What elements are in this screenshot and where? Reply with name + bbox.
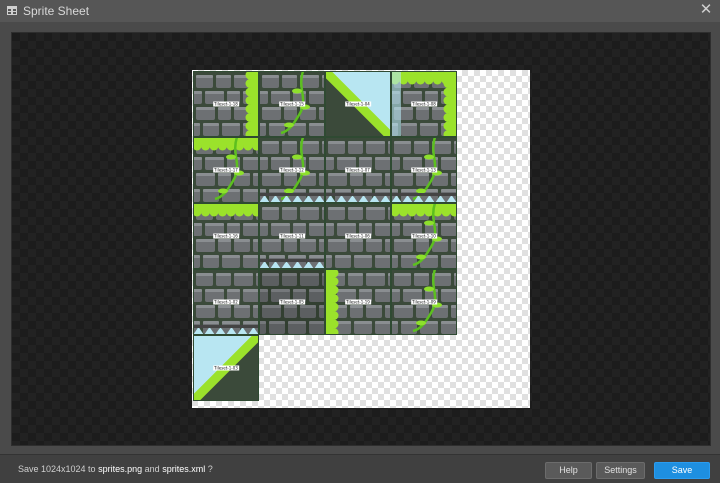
sprite-tile[interactable]: Tileset-1-15 — [259, 71, 325, 137]
sprite-tile[interactable]: Tileset-1-18 — [193, 71, 259, 137]
help-button[interactable]: Help — [545, 462, 592, 479]
save-button[interactable]: Save — [654, 462, 710, 479]
save-status-text: Save 1024x1024 to sprites.png and sprite… — [18, 464, 213, 474]
sprite-tile-label: Tileset-1-17 — [213, 167, 239, 173]
content-panel: Tileset-1-18 Tileset-1-15 Tileset-1-04 Tile… — [0, 22, 720, 454]
status-suffix: ? — [207, 464, 213, 474]
sprite-tile-label: Tileset-1-07 — [345, 167, 371, 173]
sprite-tile[interactable]: Tileset-1-17 — [193, 137, 259, 203]
sprite-tile-label: Tileset-1-08 — [411, 101, 437, 107]
sprite-tile-label: Tileset-1-13 — [411, 167, 437, 173]
sprite-tile-label: Tileset-1-09 — [411, 299, 437, 305]
window-title: Sprite Sheet — [23, 4, 90, 18]
sprite-tile[interactable]: Tileset-1-11 — [259, 203, 325, 269]
sprite-sheet-canvas: Tileset-1-18 Tileset-1-15 Tileset-1-04 Tile… — [192, 70, 530, 408]
sprite-tile-label: Tileset-1-10 — [411, 233, 437, 239]
sprite-tile-label: Tileset-1-11 — [279, 233, 305, 239]
sprite-tile[interactable]: Tileset-1-02 — [193, 269, 259, 335]
sprite-tile[interactable]: Tileset-1-13 — [391, 137, 457, 203]
sprite-tile[interactable]: Tileset-1-19 — [325, 269, 391, 335]
sprite-tile[interactable]: Tileset-1-08 — [391, 71, 457, 137]
sprite-tile-label: Tileset-1-04 — [345, 101, 371, 107]
sprite-tile-label: Tileset-1-02 — [213, 299, 239, 305]
sprite-tile[interactable]: Tileset-1-07 — [325, 137, 391, 203]
sprite-tile[interactable]: Tileset-1-09 — [391, 269, 457, 335]
sprite-tile[interactable]: Tileset-1-04 — [325, 71, 391, 137]
settings-button[interactable]: Settings — [596, 462, 645, 479]
sprite-tile-label: Tileset-1-03 — [213, 365, 239, 371]
close-icon[interactable]: ✕ — [698, 2, 714, 18]
sprite-tile-label: Tileset-1-18 — [213, 101, 239, 107]
sprite-tile-label: Tileset-1-16 — [213, 233, 239, 239]
sprite-preview-viewport[interactable]: Tileset-1-18 Tileset-1-15 Tileset-1-04 Tile… — [11, 32, 711, 446]
sprite-tile[interactable]: Tileset-1-16 — [193, 203, 259, 269]
status-and: and — [144, 464, 160, 474]
sprite-tile-label: Tileset-1-05 — [279, 299, 305, 305]
sprite-tile-label: Tileset-1-12 — [279, 167, 305, 173]
png-filename: sprites.png — [98, 464, 143, 474]
sprite-tile-label: Tileset-1-19 — [345, 299, 371, 305]
sprite-tile[interactable]: Tileset-1-06 — [325, 203, 391, 269]
sprite-tile-label: Tileset-1-15 — [279, 101, 305, 107]
sprite-tile[interactable]: Tileset-1-12 — [259, 137, 325, 203]
status-prefix: Save 1024x1024 to — [18, 464, 96, 474]
spritesheet-icon — [7, 6, 17, 15]
sprite-tile[interactable]: Tileset-1-03 — [193, 335, 259, 401]
sprite-tile[interactable]: Tileset-1-10 — [391, 203, 457, 269]
sprite-tile-label: Tileset-1-06 — [345, 233, 371, 239]
title-bar: Sprite Sheet ✕ — [0, 0, 720, 23]
xml-filename: sprites.xml — [162, 464, 206, 474]
footer-bar: Save 1024x1024 to sprites.png and sprite… — [0, 454, 720, 483]
sprite-tile[interactable]: Tileset-1-05 — [259, 269, 325, 335]
